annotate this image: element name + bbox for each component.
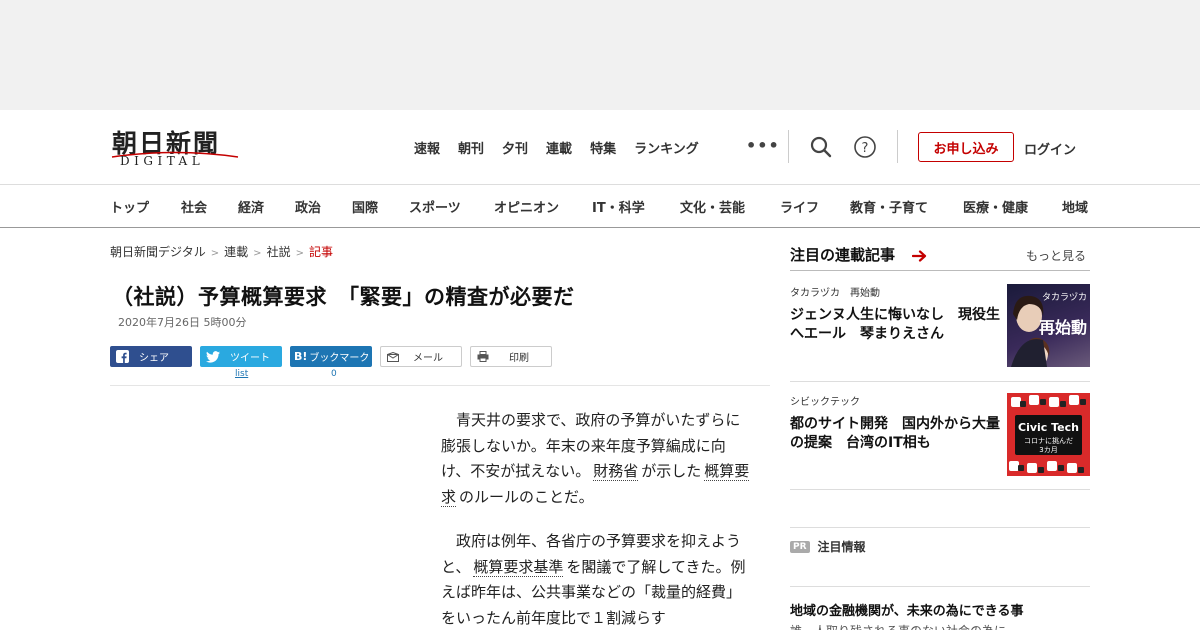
category-item[interactable]: 経済 <box>238 197 264 216</box>
hatena-bookmark-label: ブックマーク <box>309 353 370 364</box>
facebook-share-button[interactable]: シェア <box>110 346 192 367</box>
civic-tech-thumbnail[interactable]: Civic Tech コロナに挑んだ 3カ月 <box>1007 393 1090 476</box>
keyword-link[interactable]: 財務省 <box>593 462 639 481</box>
divider <box>897 130 898 163</box>
sidebar-more-link[interactable]: もっと見る <box>1026 247 1086 264</box>
category-item[interactable]: IT・科学 <box>592 197 645 216</box>
category-item[interactable]: スポーツ <box>409 197 461 216</box>
sidebar-article-title[interactable]: ジェンヌ人生に悔いなし 現役生へエール 琴まりえさん <box>790 306 1004 344</box>
category-item[interactable]: 社会 <box>181 197 207 216</box>
breadcrumb-item[interactable]: 社説 <box>267 245 291 259</box>
printer-icon <box>477 351 489 362</box>
thumbnail-heading: Civic Tech <box>1018 421 1079 434</box>
divider <box>790 527 1090 528</box>
sidebar-article-title[interactable]: 都のサイト開発 国内外から大量の提案 台湾のIT相も <box>790 415 1004 453</box>
more-menu-icon[interactable]: ••• <box>746 136 780 155</box>
category-item[interactable]: トップ <box>110 197 149 216</box>
top-nav: 速報 朝刊 夕刊 連載 特集 ランキング <box>414 138 717 157</box>
pr-article-description: 誰一人取り残される事のない社会の為に <box>790 622 1006 630</box>
hatena-b-icon: B! <box>294 350 308 363</box>
category-item[interactable]: オピニオン <box>494 197 559 216</box>
topnav-item[interactable]: ランキング <box>634 138 699 157</box>
help-icon[interactable]: ? <box>852 134 878 160</box>
divider <box>788 130 789 163</box>
twitter-share-label: ツイート <box>230 353 270 364</box>
mail-icon <box>387 351 399 362</box>
topnav-item[interactable]: 連載 <box>546 138 572 157</box>
category-item[interactable]: 国際 <box>352 197 378 216</box>
asahi-logo[interactable]: 朝日新聞 DIGITAL <box>110 124 240 170</box>
category-item[interactable]: ライフ <box>780 197 819 216</box>
topnav-item[interactable]: 速報 <box>414 138 440 157</box>
search-icon[interactable] <box>808 134 834 160</box>
print-label: 印刷 <box>509 353 529 364</box>
divider <box>110 385 770 386</box>
thumbnail-caption: タカラヅカ <box>1041 293 1087 303</box>
divider <box>790 381 1090 382</box>
twitter-bird-icon <box>206 350 220 363</box>
pr-label: 注目情報 <box>817 540 866 554</box>
divider <box>790 489 1090 490</box>
category-item[interactable]: 文化・芸能 <box>680 197 745 216</box>
mail-share-label: メール <box>413 353 443 364</box>
login-link[interactable]: ログイン <box>1024 139 1076 158</box>
logo-digital: DIGITAL <box>120 154 205 168</box>
divider <box>790 586 1090 587</box>
breadcrumb: 朝日新聞デジタル > 連載 > 社説 > 記事 <box>110 243 333 260</box>
breadcrumb-separator: > <box>295 248 304 259</box>
subscribe-button[interactable]: お申し込み <box>918 132 1014 162</box>
pr-article-title[interactable]: 地域の金融機関が、未来の為にできる事 <box>790 600 1023 619</box>
thumbnail-heading: 再始動 <box>1038 318 1087 337</box>
article-paragraph: 政府は例年、各省庁の予算要求を抑えようと、 概算要求基準 を閣議で了解してきた。例え… <box>441 532 746 627</box>
print-button[interactable]: 印刷 <box>470 346 552 367</box>
category-item[interactable]: 教育・子育て <box>850 197 928 216</box>
topnav-item[interactable]: 朝刊 <box>458 138 484 157</box>
article-date: 2020年7月26日 5時00分 <box>118 316 247 329</box>
facebook-share-label: シェア <box>139 353 169 364</box>
hatena-bookmark-button[interactable]: B! ブックマーク <box>290 346 372 367</box>
topnav-item[interactable]: 夕刊 <box>502 138 528 157</box>
facebook-icon <box>116 350 129 363</box>
svg-text:?: ? <box>862 141 869 156</box>
sidebar-article[interactable]: タカラヅカ 再始動 ジェンヌ人生に悔いなし 現役生へエール 琴まりえさん タカラ… <box>790 284 1090 368</box>
ad-banner-area <box>0 0 1200 110</box>
site-header: 朝日新聞 DIGITAL 速報 朝刊 夕刊 連載 特集 ランキング ••• ? … <box>0 110 1200 185</box>
breadcrumb-item[interactable]: 連載 <box>224 245 248 259</box>
category-item[interactable]: 医療・健康 <box>963 197 1028 216</box>
arrow-right-icon <box>912 250 927 262</box>
mail-share-button[interactable]: メール <box>380 346 462 367</box>
category-item[interactable]: 政治 <box>295 197 321 216</box>
category-item[interactable]: 地域 <box>1062 197 1088 216</box>
hatena-count: 0 <box>331 369 337 379</box>
divider <box>790 270 1090 271</box>
sidebar-article[interactable]: シビックテック 都のサイト開発 国内外から大量の提案 台湾のIT相も Civic… <box>790 393 1090 477</box>
breadcrumb-item[interactable]: 朝日新聞デジタル <box>110 245 206 259</box>
twitter-count[interactable]: list <box>235 369 248 379</box>
sidebar-heading[interactable]: 注目の連載記事 <box>790 244 895 265</box>
pr-badge: PR <box>790 540 810 553</box>
breadcrumb-separator: > <box>210 248 220 259</box>
twitter-share-button[interactable]: ツイート <box>200 346 282 367</box>
article-paragraph: 青天井の要求で、政府の予算がいたずらに膨張しないか。年末の来年度予算編成に向け、… <box>441 411 750 507</box>
thumbnail-caption: コロナに挑んだ 3カ月 <box>1024 437 1073 454</box>
takarazuka-thumbnail[interactable]: タカラヅカ 再始動 <box>1007 284 1090 367</box>
pr-header: PR 注目情報 <box>790 538 866 555</box>
breadcrumb-separator: > <box>253 248 262 259</box>
article-body: 青天井の要求で、政府の予算がいたずらに膨張しないか。年末の来年度予算編成に向け、… <box>441 408 751 630</box>
breadcrumb-current: 記事 <box>308 245 333 259</box>
category-nav: トップ 社会 経済 政治 国際 スポーツ オピニオン IT・科学 文化・芸能 ラ… <box>0 184 1200 228</box>
topnav-item[interactable]: 特集 <box>590 138 616 157</box>
article-title: （社説）予算概算要求 「緊要」の精査が必要だ <box>112 285 575 309</box>
keyword-link[interactable]: 概算要求基準 <box>473 557 564 577</box>
